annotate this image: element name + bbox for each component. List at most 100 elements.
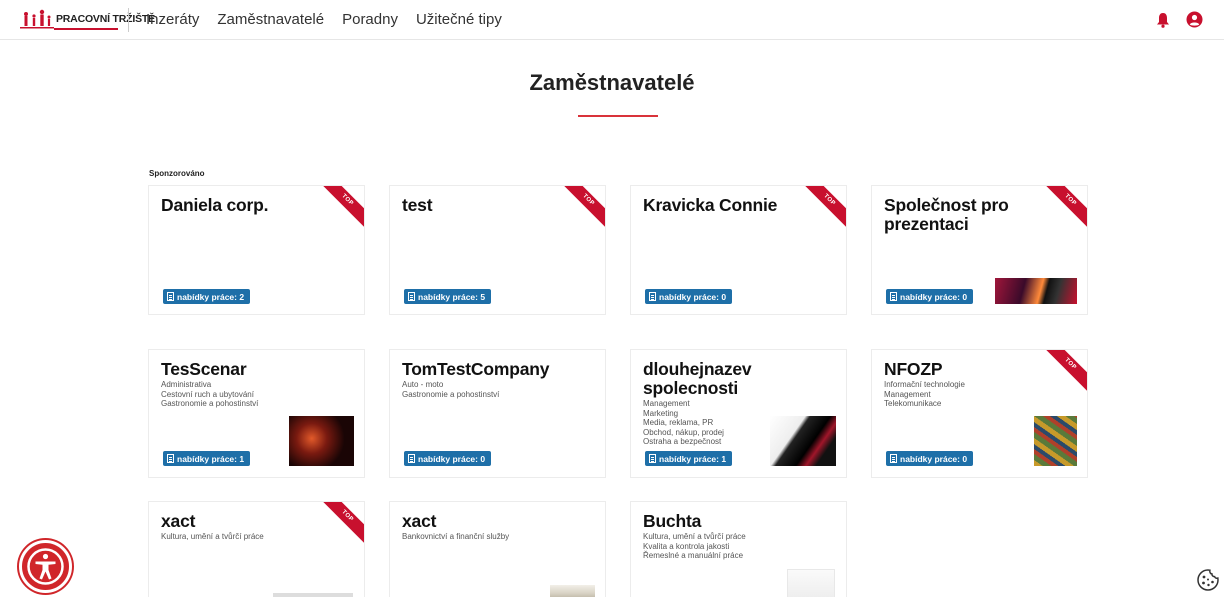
category: Media, reklama, PR [643,418,714,428]
document-icon [649,292,656,301]
employer-name[interactable]: test [402,196,572,215]
employer-card[interactable]: Kravicka Connie nabídky práce: 0 TOP [630,185,847,315]
user-circle-icon[interactable] [1186,11,1203,28]
category: Gastronomie a pohostinství [402,389,500,399]
job-offers-button[interactable]: nabídky práce: 1 [163,451,251,466]
logo-text: PRACOVNÍ TRŽIŠTĚ [56,13,155,25]
top-ribbon: TOP [1042,186,1087,231]
nav-uzitecne-tipy[interactable]: Užitečné tipy [416,11,502,28]
nav-poradny[interactable]: Poradny [342,11,398,28]
employer-card[interactable]: TomTestCompany Auto - moto Gastronomie a… [389,349,606,478]
category: Telekomunikace [884,399,942,409]
top-ribbon-label: TOP [560,186,605,231]
top-ribbon-label: TOP [319,502,364,547]
document-icon [649,454,656,463]
employer-card[interactable]: Buchta Kultura, umění a tvůrčí práce Kva… [630,501,847,597]
employer-name[interactable]: TomTestCompany [402,360,572,379]
category: Management [643,399,690,408]
category: Kultura, umění a tvůrčí práce [643,532,746,541]
sponsored-label: Sponzorováno [149,169,205,178]
top-ribbon: TOP [560,186,605,231]
employer-card[interactable]: TesScenar Administrativa Cestovní ruch a… [148,349,365,478]
logo-divider [128,8,129,32]
category: Management [884,389,931,399]
category: Auto - moto [402,380,444,389]
category-list: Management Marketing Media, reklama, PR … [643,399,724,447]
employer-name[interactable]: TesScenar [161,360,331,379]
company-logo-image [995,278,1077,304]
top-ribbon-label: TOP [1042,186,1087,231]
nav-inzeraty[interactable]: Inzeráty [146,11,199,28]
job-offers-button[interactable]: nabídky práce: 5 [404,289,492,304]
job-offers-button[interactable]: nabídky práce: 2 [163,289,251,304]
job-offers-label: nabídky práce: 0 [900,291,968,302]
employer-card[interactable]: xact Kultura, umění a tvůrčí práce TOP [148,501,365,597]
employer-name[interactable]: NFOZP [884,360,1054,379]
job-offers-button[interactable]: nabídky práce: 0 [404,451,492,466]
job-offers-button[interactable]: nabídky práce: 0 [886,289,974,304]
job-offers-label: nabídky práce: 0 [659,291,727,302]
employer-name[interactable]: xact [161,512,331,531]
job-offers-label: nabídky práce: 5 [418,291,486,302]
site-logo[interactable]: PRACOVNÍ TRŽIŠTĚ [20,6,155,32]
family-logo-icon [20,9,54,29]
company-logo-image [787,569,835,597]
top-navbar: PRACOVNÍ TRŽIŠTĚ Inzeráty Zaměstnavatelé… [0,0,1224,40]
category: Řemeslné a manuální práce [643,551,744,561]
category-list: Administrativa Cestovní ruch a ubytování… [161,380,258,409]
job-offers-button[interactable]: nabídky práce: 1 [645,451,733,466]
employer-name[interactable]: Kravicka Connie [643,196,813,215]
main-nav: Inzeráty Zaměstnavatelé Poradny Užitečné… [146,11,520,28]
employer-name[interactable]: dlouhejnazev spolecnosti [643,360,813,398]
accessibility-button[interactable] [19,540,72,593]
document-icon [890,454,897,463]
job-offers-label: nabídky práce: 1 [659,453,727,464]
category: Gastronomie a pohostinství [161,399,259,409]
employer-card[interactable]: NFOZP Informační technologie Management … [871,349,1088,478]
title-underline [578,115,658,117]
employer-card[interactable]: dlouhejnazev spolecnosti Management Mark… [630,349,847,478]
category-list: Auto - moto Gastronomie a pohostinství [402,380,499,399]
top-ribbon-label: TOP [319,186,364,231]
job-offers-label: nabídky práce: 1 [177,453,245,464]
category: Ostraha a bezpečnost [643,437,722,447]
company-logo-image [289,416,354,466]
document-icon [890,292,897,301]
bell-icon[interactable] [1156,12,1170,28]
company-logo-image [550,585,595,597]
employer-card[interactable]: Společnost pro prezentaci nabídky práce:… [871,185,1088,315]
page-title: Zaměstnavatelé [529,70,695,95]
company-logo-image [1034,416,1077,466]
category: Obchod, nákup, prodej [643,427,724,437]
job-offers-label: nabídky práce: 2 [177,291,245,302]
category: Marketing [643,408,679,418]
employer-card[interactable]: test nabídky práce: 5 TOP [389,185,606,315]
accessibility-icon [27,548,64,585]
top-ribbon: TOP [1042,350,1087,395]
category-list: Kultura, umění a tvůrčí práce [161,532,264,542]
employer-card[interactable]: xact Bankovnictví a finanční služby [389,501,606,597]
category: Administrativa [161,380,212,389]
company-logo-image [770,416,836,466]
employer-name[interactable]: Daniela corp. [161,196,331,215]
category: Cestovní ruch a ubytování [161,389,254,399]
employer-name[interactable]: Společnost pro prezentaci [884,196,1054,234]
top-ribbon-label: TOP [1042,350,1087,395]
category-list: Bankovnictví a finanční služby [402,532,509,542]
category: Informační technologie [884,380,965,389]
nav-zamestnavatele[interactable]: Zaměstnavatelé [217,11,324,28]
category-list: Informační technologie Management Teleko… [884,380,965,409]
employer-name[interactable]: Buchta [643,512,813,531]
job-offers-label: nabídky práce: 0 [900,453,968,464]
top-ribbon: TOP [801,186,846,231]
job-offers-label: nabídky práce: 0 [418,453,486,464]
employer-card[interactable]: Daniela corp. nabídky práce: 2 TOP [148,185,365,315]
company-logo-image [273,593,353,597]
document-icon [408,292,415,301]
job-offers-button[interactable]: nabídky práce: 0 [886,451,974,466]
category: Kvalita a kontrola jakosti [643,541,730,551]
cookie-settings-icon[interactable] [1196,568,1220,592]
employer-name[interactable]: xact [402,512,572,531]
job-offers-button[interactable]: nabídky práce: 0 [645,289,733,304]
document-icon [167,292,174,301]
